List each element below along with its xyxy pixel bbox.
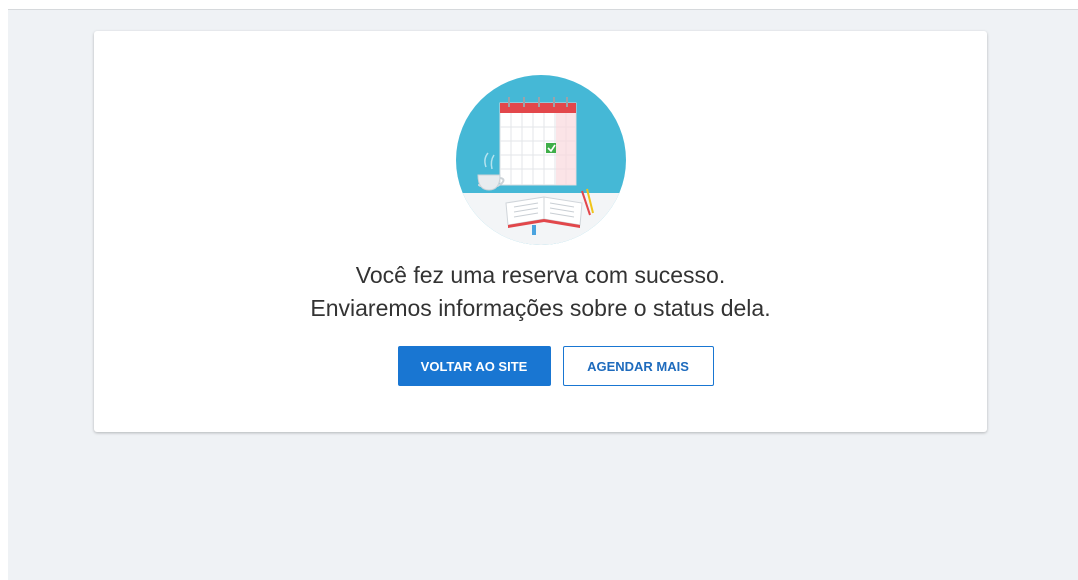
page-background: Você fez uma reserva com sucesso. Enviar… [8,9,1078,580]
action-buttons: VOLTAR AO SITE AGENDAR MAIS [94,346,987,386]
back-to-site-button[interactable]: VOLTAR AO SITE [397,346,551,386]
confirmation-line-1: Você fez uma reserva com sucesso. [355,262,726,288]
confirmation-line-2: Enviaremos informações sobre o status de… [310,295,771,321]
confirmation-card: Você fez uma reserva com sucesso. Enviar… [94,31,987,432]
schedule-more-button[interactable]: AGENDAR MAIS [562,346,714,386]
calendar-check-icon [456,75,626,245]
confirmation-message: Você fez uma reserva com sucesso. Enviar… [94,259,987,325]
